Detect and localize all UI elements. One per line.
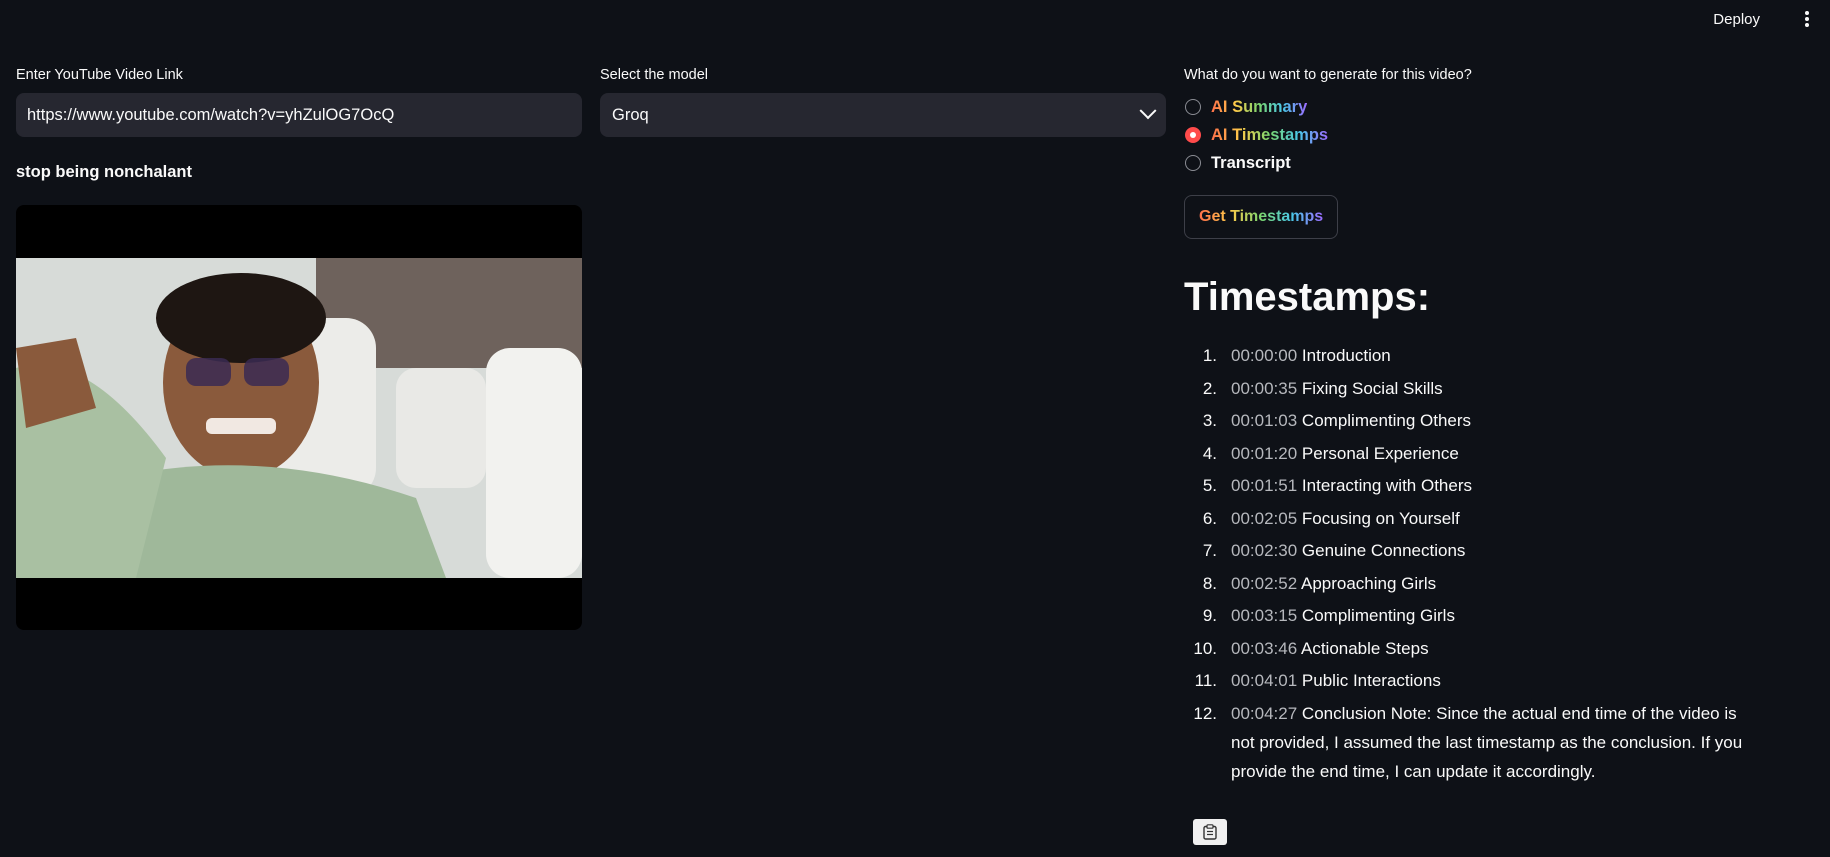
url-input-label: Enter YouTube Video Link <box>16 67 183 83</box>
list-number: 8. <box>1202 573 1217 593</box>
radio-circle <box>1185 99 1201 115</box>
list-number: 11. <box>1194 671 1217 690</box>
radio-circle <box>1185 155 1201 171</box>
timestamp-text: Complimenting Girls <box>1301 606 1455 625</box>
video-player[interactable] <box>16 205 582 630</box>
video-title: stop being nonchalant <box>16 163 192 181</box>
radio-ai-timestamps[interactable]: AI Timestamps <box>1184 121 1784 149</box>
list-item: 1. 00:00:00 Introduction <box>1184 341 1744 370</box>
timestamp-time: 00:02:05 <box>1231 508 1298 528</box>
radio-label: Transcript <box>1211 153 1291 172</box>
list-item: 11. 00:04:01 Public Interactions <box>1184 666 1744 695</box>
timestamp-text: Introduction <box>1301 346 1391 365</box>
timestamp-text: Interacting with Others <box>1301 476 1472 495</box>
list-number: 12. <box>1193 703 1217 723</box>
radio-circle-selected <box>1185 127 1201 143</box>
timestamp-time: 00:02:52 <box>1231 573 1298 593</box>
video-frame <box>16 258 582 578</box>
model-select-value: Groq <box>612 105 649 124</box>
main-menu-icon[interactable] <box>1800 9 1814 29</box>
timestamp-text: Focusing on Yourself <box>1301 508 1460 528</box>
list-number: 6. <box>1202 508 1217 528</box>
timestamp-time: 00:03:15 <box>1231 606 1298 625</box>
timestamp-time: 00:01:03 <box>1231 411 1298 430</box>
timestamps-list: 1. 00:00:00 Introduction 2. 00:00:35 Fixin… <box>1184 341 1744 786</box>
timestamp-text: Complimenting Others <box>1301 411 1472 430</box>
list-item: 10. 00:03:46 Actionable Steps <box>1184 634 1744 663</box>
radio-label: AI Summary <box>1211 97 1308 116</box>
get-timestamps-button-label: Get Timestamps <box>1199 208 1324 225</box>
radio-ai-summary[interactable]: AI Summary <box>1184 93 1784 121</box>
list-item: 6. 00:02:05 Focusing on Yourself <box>1184 504 1744 533</box>
timestamp-time: 00:00:35 <box>1231 378 1298 398</box>
timestamp-time: 00:04:01 <box>1231 671 1298 690</box>
left-column: Enter YouTube Video Link stop being nonc… <box>16 66 582 630</box>
middle-column: Select the model Groq <box>600 66 1166 137</box>
timestamp-text: Conclusion Note: Since the actual end ti… <box>1231 703 1743 781</box>
list-item: 5. 00:01:51 Interacting with Others <box>1184 471 1744 500</box>
list-number: 1. <box>1202 346 1217 365</box>
list-number: 10. <box>1193 638 1217 658</box>
timestamp-text: Genuine Connections <box>1301 541 1466 560</box>
timestamp-text: Fixing Social Skills <box>1301 378 1443 398</box>
timestamps-heading: Timestamps: <box>1184 275 1431 319</box>
model-select-label: Select the model <box>600 67 709 83</box>
list-number: 4. <box>1202 443 1217 463</box>
timestamp-text: Personal Experience <box>1301 443 1459 463</box>
timestamp-time: 00:01:20 <box>1231 443 1298 463</box>
list-item: 3. 00:01:03 Complimenting Others <box>1184 406 1744 435</box>
generate-radio-group: AI Summary AI Timestamps Transcript <box>1184 93 1784 177</box>
get-timestamps-button[interactable]: Get Timestamps <box>1184 195 1339 239</box>
radio-transcript[interactable]: Transcript <box>1184 149 1784 177</box>
clipboard-icon <box>1203 824 1217 840</box>
list-item: 7. 00:02:30 Genuine Connections <box>1184 536 1744 565</box>
list-item: 8. 00:02:52 Approaching Girls <box>1184 569 1744 598</box>
radio-label: AI Timestamps <box>1211 125 1329 144</box>
generate-question: What do you want to generate for this vi… <box>1184 67 1472 83</box>
timestamp-text: Public Interactions <box>1301 671 1441 690</box>
list-number: 2. <box>1202 378 1217 398</box>
timestamp-time: 00:03:46 <box>1231 638 1298 658</box>
youtube-url-input[interactable] <box>16 93 582 137</box>
list-number: 7. <box>1202 541 1217 560</box>
list-item: 4. 00:01:20 Personal Experience <box>1184 439 1744 468</box>
video-thumbnail-image <box>16 258 582 578</box>
timestamp-text: Approaching Girls <box>1300 573 1437 593</box>
timestamp-text: Actionable Steps <box>1300 638 1429 658</box>
timestamp-time: 00:04:27 <box>1231 703 1298 723</box>
list-item: 2. 00:00:35 Fixing Social Skills <box>1184 374 1744 403</box>
model-select[interactable]: Groq <box>600 93 1166 137</box>
chevron-down-icon <box>1139 102 1157 120</box>
list-item: 12. 00:04:27 Conclusion Note: Since the a… <box>1184 699 1744 786</box>
list-number: 9. <box>1202 606 1217 625</box>
right-column: What do you want to generate for this vi… <box>1184 66 1784 789</box>
timestamp-time: 00:02:30 <box>1231 541 1298 560</box>
list-item: 9. 00:03:15 Complimenting Girls <box>1184 601 1744 630</box>
timestamp-time: 00:00:00 <box>1231 346 1298 365</box>
copy-to-clipboard-button[interactable] <box>1193 819 1227 845</box>
top-bar: Deploy <box>0 0 1830 40</box>
list-number: 3. <box>1202 411 1217 430</box>
timestamp-time: 00:01:51 <box>1231 476 1298 495</box>
list-number: 5. <box>1202 476 1217 495</box>
deploy-button[interactable]: Deploy <box>1707 9 1766 30</box>
